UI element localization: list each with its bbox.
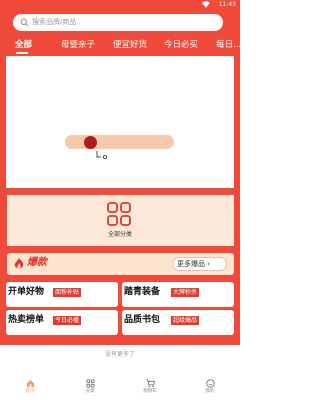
nav-category-label: 分类 [85,389,95,394]
grid-card-title: 品质书包 [124,315,161,325]
grid-card-tag: 超级爆品 [171,316,200,325]
no-more-text: 没有更多了 [104,351,135,358]
search-placeholder: 搜索品牌/商品 [32,18,77,26]
nav-category[interactable]: 分类 [60,376,120,400]
status-time: 11:43 [218,1,236,8]
nav-cart[interactable]: 购物车 [120,376,180,400]
tab-active-indicator [16,52,28,54]
profile-icon [205,379,215,388]
more-hot-button[interactable]: 更多爆品 › [172,257,227,271]
grid-card-tag: 大牌秒杀 [171,288,200,297]
loading-track [65,135,174,149]
banner-area [6,56,234,188]
loading-indicator-icon [96,151,108,160]
tab-mother-baby[interactable]: 母婴亲子 [61,38,95,52]
nav-cart-label: 购物车 [143,389,157,394]
hot-title: 爆款 [27,257,47,268]
wifi-icon [202,1,210,8]
grid-card-title: 踏青装备 [124,287,161,297]
grid-card-title: 开单好物 [8,287,45,297]
tab-all[interactable]: 全部 [15,38,32,52]
search-icon [20,18,29,27]
cart-icon [145,379,155,388]
nav-profile[interactable]: 我的 [180,376,240,400]
nav-profile-label: 我的 [205,389,215,394]
grid-card-tag: 面粉补贴 [53,288,82,297]
grid-icon [107,202,131,226]
tab-daily[interactable]: 每日... [216,38,240,52]
status-bar: 11:43 [0,0,240,10]
home-icon [26,379,34,388]
category-tabs: 全部 母婴亲子 便宜好货 今日必买 每日... [0,38,240,56]
tab-cheap-goods[interactable]: 便宜好货 [113,38,147,52]
search-input[interactable]: 搜索品牌/商品 [13,14,223,31]
category-icon [86,379,94,388]
loading-dot [84,136,97,149]
fire-icon [14,258,24,269]
nav-home[interactable]: 首页 [0,376,60,400]
nav-home-label: 首页 [25,389,35,394]
grid-card-title: 热卖榜单 [8,315,45,325]
grid-card-tag: 今日必播 [53,316,82,325]
all-categories-label: 全部分类 [107,231,132,238]
tab-today-must-buy[interactable]: 今日必买 [164,38,198,52]
